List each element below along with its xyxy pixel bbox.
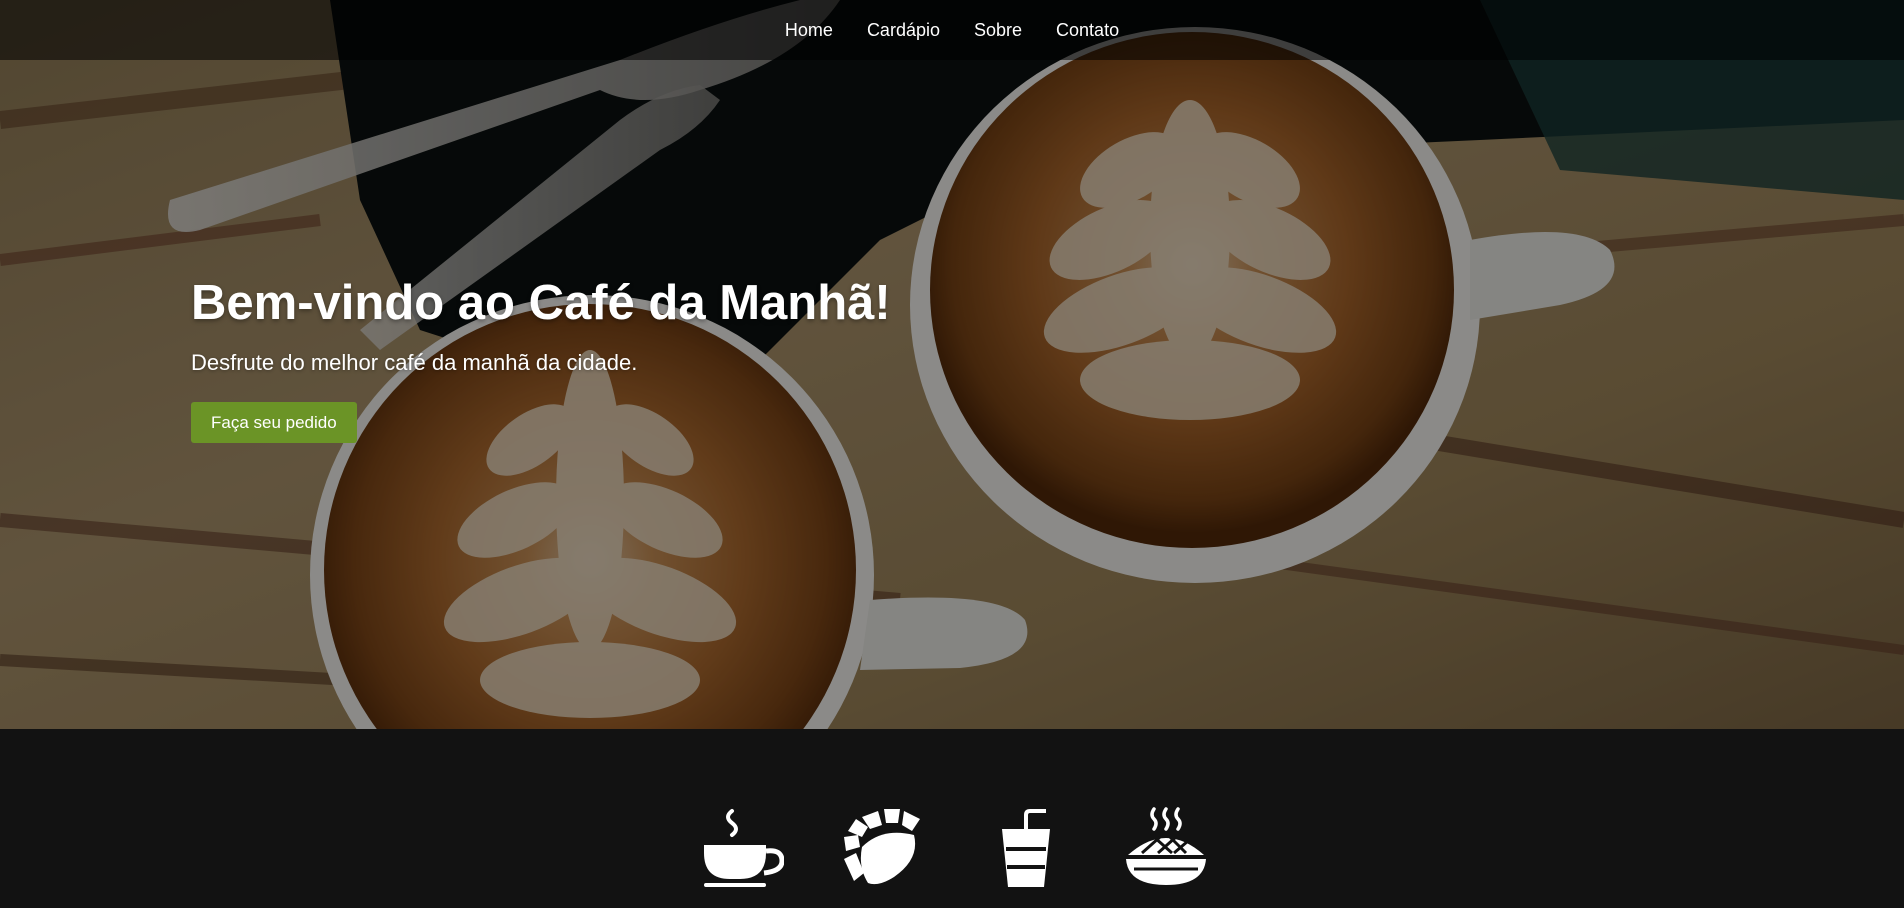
top-navbar: Home Cardápio Sobre Contato (0, 0, 1904, 60)
nav-link-sobre[interactable]: Sobre (974, 20, 1022, 40)
order-button[interactable]: Faça seu pedido (191, 402, 357, 443)
hero-title: Bem-vindo ao Café da Manhã! (191, 276, 891, 330)
nav-item-sobre: Sobre (974, 20, 1022, 41)
nav-item-cardapio: Cardápio (867, 20, 940, 41)
nav-link-home[interactable]: Home (785, 20, 833, 40)
nav-item-home: Home (785, 20, 833, 41)
drink-cup-with-straw-icon (1002, 809, 1050, 887)
nav-link-contato[interactable]: Contato (1056, 20, 1119, 40)
hero-section: Home Cardápio Sobre Contato Bem-vindo ao… (0, 0, 1904, 729)
features-section (0, 729, 1904, 908)
nav-link-cardapio[interactable]: Cardápio (867, 20, 940, 40)
hero-content: Bem-vindo ao Café da Manhã! Desfrute do … (191, 274, 891, 443)
nav-item-contato: Contato (1056, 20, 1119, 41)
nav-list: Home Cardápio Sobre Contato (785, 20, 1119, 41)
hero-subtitle: Desfrute do melhor café da manhã da cida… (191, 350, 638, 375)
coffee-cup-icon (704, 809, 784, 887)
pastry-icon (844, 809, 920, 885)
hot-pie-icon (1126, 807, 1206, 885)
